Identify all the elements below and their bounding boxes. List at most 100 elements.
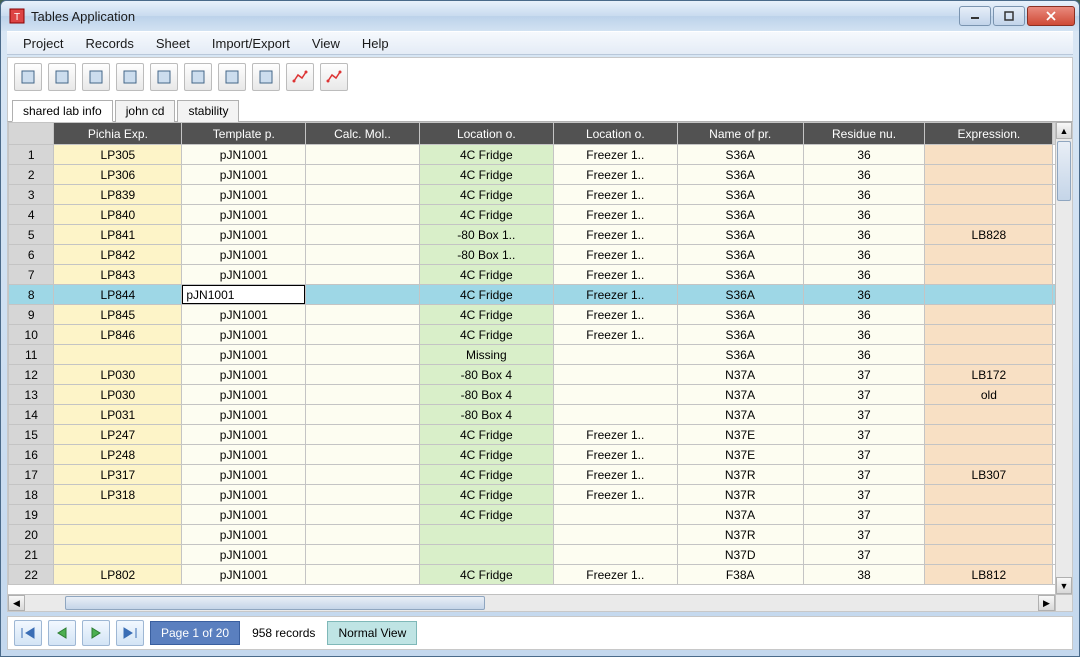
table-row[interactable]: 6LP842pJN1001-80 Box 1..Freezer 1..S36A3… [9,245,1072,265]
cell[interactable] [925,345,1053,365]
cell[interactable]: 37 [803,545,925,565]
row-header[interactable]: 22 [9,565,54,585]
row-header[interactable]: 12 [9,365,54,385]
scroll-left-icon[interactable]: ◀ [8,595,25,611]
cell[interactable] [925,185,1053,205]
cell[interactable] [306,485,420,505]
cell[interactable]: 36 [803,325,925,345]
cell[interactable]: LP844 [54,285,182,305]
import-button[interactable] [116,63,144,91]
cell[interactable]: LP843 [54,265,182,285]
cell[interactable]: -80 Box 4 [419,365,553,385]
cell[interactable] [925,145,1053,165]
cell[interactable]: pJN1001 [182,565,306,585]
table-row[interactable]: 5LP841pJN1001-80 Box 1..Freezer 1..S36A3… [9,225,1072,245]
cell[interactable]: 4C Fridge [419,505,553,525]
cell[interactable]: LP317 [54,465,182,485]
cell[interactable]: 36 [803,345,925,365]
cell[interactable]: LP030 [54,385,182,405]
cell[interactable]: 4C Fridge [419,485,553,505]
cell[interactable]: Freezer 1.. [553,245,677,265]
row-header[interactable]: 20 [9,525,54,545]
minimize-button[interactable] [959,6,991,26]
close-button[interactable] [1027,6,1075,26]
cell[interactable] [925,485,1053,505]
cell[interactable]: S36A [677,345,803,365]
cell[interactable] [553,365,677,385]
cell[interactable]: -80 Box 4 [419,405,553,425]
row-header[interactable]: 9 [9,305,54,325]
scroll-thumb-horizontal[interactable] [65,596,485,610]
col-header-5[interactable]: Name of pr. [677,123,803,145]
delete-row-button[interactable] [252,63,280,91]
vertical-scrollbar[interactable]: ▲ ▼ [1055,122,1072,594]
cell[interactable]: pJN1001 [182,465,306,485]
scroll-up-icon[interactable]: ▲ [1056,122,1072,139]
row-header[interactable]: 16 [9,445,54,465]
cell[interactable] [306,225,420,245]
cell[interactable]: 37 [803,425,925,445]
row-header[interactable]: 1 [9,145,54,165]
row-header[interactable]: 19 [9,505,54,525]
cell[interactable]: 4C Fridge [419,285,553,305]
cell[interactable] [419,545,553,565]
cell[interactable] [306,545,420,565]
cell[interactable]: pJN1001 [182,385,306,405]
scroll-down-icon[interactable]: ▼ [1056,577,1072,594]
cell[interactable]: LP846 [54,325,182,345]
cell[interactable] [182,285,306,305]
plot-scatter-button[interactable] [320,63,348,91]
cell[interactable]: S36A [677,305,803,325]
cell[interactable]: 37 [803,365,925,385]
cell[interactable]: LB307 [925,465,1053,485]
cell[interactable]: Freezer 1.. [553,205,677,225]
cell[interactable]: LP840 [54,205,182,225]
cell[interactable]: S36A [677,225,803,245]
cell[interactable]: Freezer 1.. [553,485,677,505]
cell[interactable]: Freezer 1.. [553,465,677,485]
cell[interactable]: 4C Fridge [419,185,553,205]
cell[interactable]: 36 [803,285,925,305]
cell[interactable]: 37 [803,485,925,505]
cell[interactable]: N37D [677,545,803,565]
col-header-2[interactable]: Calc. Mol.. [306,123,420,145]
cell[interactable] [925,545,1053,565]
cell-editor-input[interactable] [182,285,305,304]
table-row[interactable]: 2LP306pJN10014C FridgeFreezer 1..S36A36 [9,165,1072,185]
cell[interactable] [306,245,420,265]
cell[interactable] [306,445,420,465]
cell[interactable]: pJN1001 [182,265,306,285]
cell[interactable]: pJN1001 [182,205,306,225]
cell[interactable] [925,425,1053,445]
add-row-button[interactable] [48,63,76,91]
table-row[interactable]: 1LP305pJN10014C FridgeFreezer 1..S36A36 [9,145,1072,165]
cell[interactable]: 4C Fridge [419,265,553,285]
cell[interactable]: Freezer 1.. [553,425,677,445]
cell[interactable]: LP247 [54,425,182,445]
cell[interactable]: 4C Fridge [419,445,553,465]
cell[interactable]: N37A [677,505,803,525]
cell[interactable]: LP305 [54,145,182,165]
cell[interactable]: Freezer 1.. [553,145,677,165]
cell[interactable] [306,345,420,365]
cell[interactable] [54,525,182,545]
cell[interactable]: LP306 [54,165,182,185]
row-header[interactable]: 14 [9,405,54,425]
cell[interactable]: 36 [803,265,925,285]
cell[interactable]: 37 [803,525,925,545]
print-button[interactable] [218,63,246,91]
cell[interactable]: 4C Fridge [419,305,553,325]
cell[interactable]: pJN1001 [182,225,306,245]
tab-stability[interactable]: stability [177,100,239,122]
cell[interactable]: -80 Box 1.. [419,225,553,245]
col-header-3[interactable]: Location o. [419,123,553,145]
prev-page-button[interactable] [48,620,76,646]
cell[interactable]: 4C Fridge [419,145,553,165]
cell[interactable] [925,405,1053,425]
last-page-button[interactable] [116,620,144,646]
cell[interactable]: 36 [803,145,925,165]
table-row[interactable]: 16LP248pJN10014C FridgeFreezer 1..N37E37 [9,445,1072,465]
cell[interactable]: pJN1001 [182,345,306,365]
col-header-0[interactable]: Pichia Exp. [54,123,182,145]
cell[interactable]: Freezer 1.. [553,225,677,245]
